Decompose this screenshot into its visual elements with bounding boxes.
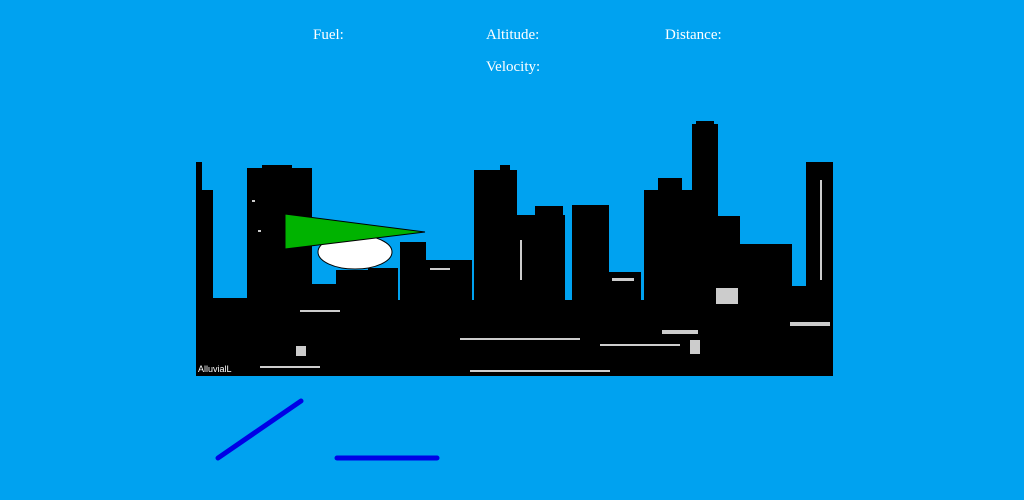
game-canvas[interactable]: AlluvialL	[0, 0, 1024, 500]
launch-ramp-icon	[215, 398, 440, 461]
ramp-incline-line	[215, 398, 304, 461]
skyline-watermark: AlluvialL	[198, 364, 232, 374]
